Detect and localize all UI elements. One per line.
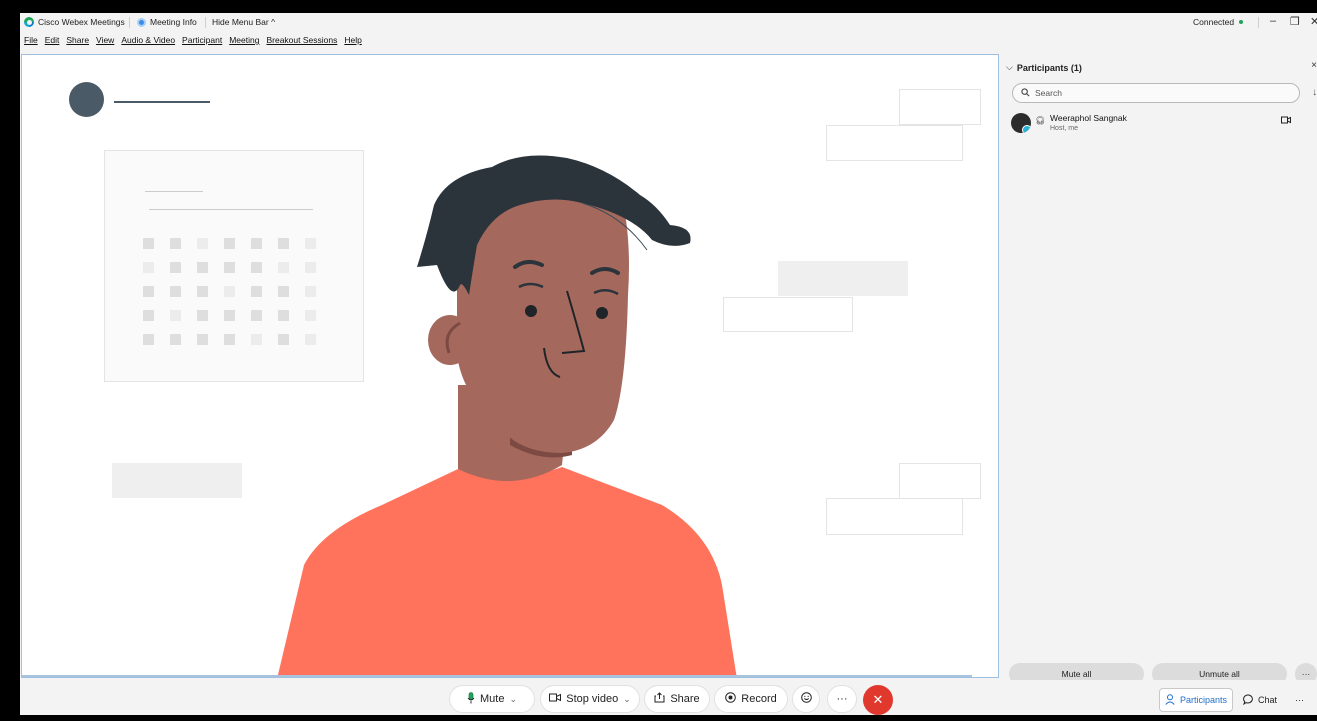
record-button[interactable]: Record xyxy=(714,685,788,713)
shirt-illustration xyxy=(277,467,737,677)
end-meeting-button[interactable]: ✕ xyxy=(863,685,893,715)
participant-role: Host, me xyxy=(1050,125,1079,132)
app-name: Cisco Webex Meetings xyxy=(38,17,125,27)
participants-panel-title: Participants (1) xyxy=(1016,62,1082,73)
title-bar: Cisco Webex Meetings Meeting Info Hide M… xyxy=(20,13,1317,33)
menu-file[interactable]: File xyxy=(24,35,38,51)
title-separator xyxy=(129,17,130,28)
info-icon xyxy=(137,17,146,27)
stage-bottom-line xyxy=(22,675,972,677)
video-camera-icon xyxy=(549,693,562,705)
menu-participant[interactable]: Participant xyxy=(182,35,222,51)
microphone-icon xyxy=(467,691,475,707)
right-eye-illustration xyxy=(596,307,608,319)
person-icon xyxy=(1165,693,1176,707)
connection-status-label: Connected xyxy=(1193,17,1235,27)
chevron-up-icon: ^ xyxy=(271,17,276,27)
menu-audio-video[interactable]: Audio & Video xyxy=(121,35,175,51)
smiley-icon xyxy=(800,692,812,706)
chat-tab-label: Chat xyxy=(1258,695,1278,705)
ear-illustration xyxy=(428,315,472,365)
search-placeholder: Search xyxy=(1035,88,1062,98)
participants-panel-header[interactable]: ⌵ Participants (1) xyxy=(1006,62,1082,73)
person-illustration xyxy=(277,155,737,677)
meeting-info-button[interactable]: Meeting Info xyxy=(137,17,197,27)
record-label: Record xyxy=(741,693,777,705)
participant-name: Weeraphol Sangnak xyxy=(1050,113,1127,123)
more-options-button[interactable]: ··· xyxy=(827,685,857,713)
collapse-chevron-icon: ⌵ xyxy=(1006,62,1013,72)
stop-video-label: Stop video xyxy=(566,693,619,705)
avatar xyxy=(1011,113,1031,133)
menu-view[interactable]: View xyxy=(96,35,114,51)
restore-button[interactable]: ❐ xyxy=(1290,15,1300,28)
left-eye-illustration xyxy=(525,305,537,317)
participants-panel: ⌵ Participants (1) × Search ↓≡ 🎧︎ Weerap… xyxy=(1001,54,1317,715)
chevron-down-icon[interactable]: ⌄ xyxy=(623,694,631,705)
menu-help[interactable]: Help xyxy=(344,35,361,51)
reactions-button[interactable] xyxy=(792,685,820,713)
audio-connected-icon: 🎧︎ xyxy=(1035,116,1046,125)
menu-meeting[interactable]: Meeting xyxy=(229,35,259,51)
mute-button[interactable]: Mute ⌄ xyxy=(449,685,535,713)
title-separator xyxy=(1258,17,1259,28)
close-panel-button[interactable]: × xyxy=(1311,60,1317,71)
share-button[interactable]: Share xyxy=(644,685,710,713)
close-window-button[interactable]: ✕ xyxy=(1310,15,1317,28)
webex-window: Cisco Webex Meetings Meeting Info Hide M… xyxy=(20,13,1317,715)
stop-video-button[interactable]: Stop video ⌄ xyxy=(540,685,640,713)
panels-more-button[interactable]: ··· xyxy=(1290,688,1309,712)
mute-label: Mute xyxy=(479,693,505,705)
meeting-controls-bar: Mute ⌄ Stop video ⌄ Share Record ··· ✕ P… xyxy=(20,680,1317,715)
chat-bubble-icon xyxy=(1243,694,1254,707)
menu-edit[interactable]: Edit xyxy=(45,35,60,51)
video-camera-icon xyxy=(1281,116,1291,126)
tab-chat[interactable]: Chat xyxy=(1238,688,1282,712)
connection-status: Connected xyxy=(1193,17,1244,27)
share-icon xyxy=(654,692,665,706)
webex-logo-icon xyxy=(24,17,34,27)
hide-menu-bar-label: Hide Menu Bar xyxy=(212,17,269,27)
meeting-info-label: Meeting Info xyxy=(150,17,197,27)
title-separator xyxy=(205,17,206,28)
search-icon xyxy=(1021,87,1030,99)
sort-icon[interactable]: ↓≡ xyxy=(1312,87,1317,98)
tab-participants[interactable]: Participants xyxy=(1159,688,1234,712)
connected-dot-icon xyxy=(1239,20,1244,24)
participant-row[interactable]: 🎧︎ Weeraphol Sangnak Host, me xyxy=(1011,112,1291,136)
menu-breakout-sessions[interactable]: Breakout Sessions xyxy=(266,35,337,51)
share-label: Share xyxy=(670,693,700,705)
video-stage[interactable] xyxy=(21,54,999,678)
hide-menu-bar-button[interactable]: Hide Menu Bar ^ xyxy=(212,17,275,27)
participant-search-input[interactable]: Search xyxy=(1012,83,1300,103)
menu-share[interactable]: Share xyxy=(66,35,89,51)
chevron-down-icon[interactable]: ⌄ xyxy=(509,694,517,705)
app-title: Cisco Webex Meetings xyxy=(24,17,125,27)
minimize-button[interactable]: – xyxy=(1270,15,1276,27)
menu-bar: File Edit Share View Audio & Video Parti… xyxy=(20,35,362,51)
participants-tab-label: Participants xyxy=(1180,695,1228,705)
record-icon xyxy=(725,692,737,706)
